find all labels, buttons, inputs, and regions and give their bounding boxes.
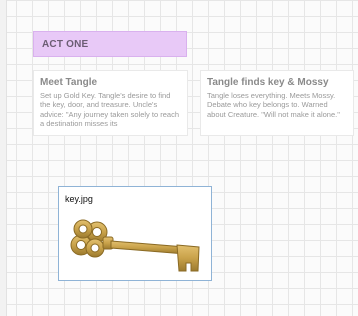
image-card[interactable]: key.jpg	[58, 186, 212, 281]
act-header[interactable]: ACT ONE	[33, 31, 187, 57]
story-card-tangle-finds-key[interactable]: Tangle finds key & Mossy Tangle loses ev…	[200, 70, 354, 136]
story-card-meet-tangle[interactable]: Meet Tangle Set up Gold Key. Tangle's de…	[33, 70, 188, 136]
card-title: Tangle finds key & Mossy	[207, 77, 329, 88]
card-title: Meet Tangle	[40, 77, 98, 88]
card-body: Tangle loses everything. Meets Mossy. De…	[207, 91, 340, 119]
gold-key-icon	[70, 219, 200, 272]
act-label: ACT ONE	[42, 38, 89, 50]
board-left-edge	[0, 0, 7, 316]
card-body: Set up Gold Key. Tangle's desire to find…	[40, 91, 179, 129]
